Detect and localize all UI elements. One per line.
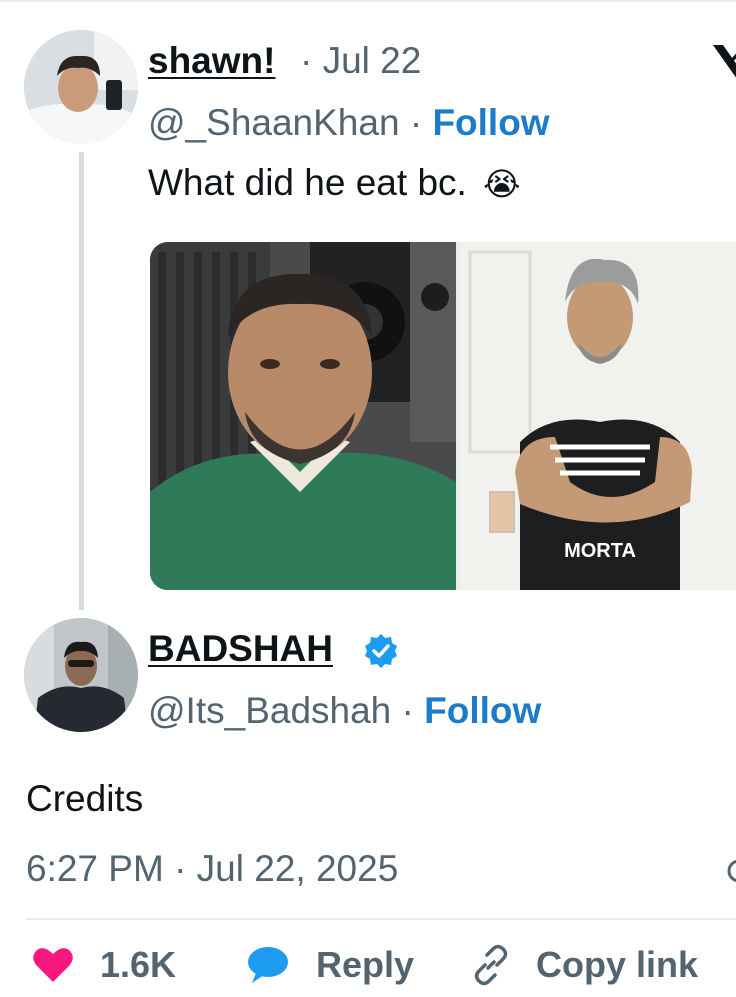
copy-link-label: Copy link: [536, 944, 699, 985]
follow-button-badshah[interactable]: Follow: [424, 690, 541, 731]
reply-text: Credits: [26, 778, 144, 819]
reply-bubble-icon: [246, 945, 290, 985]
link-icon: [470, 944, 512, 986]
handle-its-badshah[interactable]: @Its_Badshah: [148, 690, 391, 731]
avatar-badshah[interactable]: [24, 618, 138, 732]
handle-separator: ·: [409, 102, 423, 143]
action-bar-divider: [26, 918, 736, 920]
tweet-body-text: What did he eat bc.: [148, 162, 467, 203]
heart-icon: [32, 946, 74, 984]
tweet-date-text: Jul 22: [322, 40, 422, 81]
display-name-badshah-text: BADSHAH: [148, 628, 333, 669]
handle-shaankhan[interactable]: @_ShaanKhan: [148, 102, 400, 143]
top-border: [0, 0, 736, 2]
tweet-text: What did he eat bc. 😭: [148, 162, 520, 204]
reply-timestamp[interactable]: 6:27 PM · Jul 22, 2025: [26, 848, 398, 890]
display-name-shawn[interactable]: shawn!: [148, 40, 275, 82]
reply-handle-row: @Its_Badshah · Follow: [148, 690, 541, 732]
reply-label: Reply: [316, 944, 415, 985]
copy-link-button[interactable]: Copy link: [470, 940, 698, 990]
tweet-media-grid[interactable]: MORTA: [150, 242, 736, 590]
follow-button[interactable]: Follow: [432, 102, 549, 143]
display-name-badshah[interactable]: BADSHAH: [148, 628, 333, 670]
date-separator: ·: [300, 40, 313, 81]
shirt-print-text: MORTA: [564, 540, 636, 562]
media-image-left[interactable]: [150, 242, 456, 590]
like-button[interactable]: 1.6K: [32, 940, 176, 990]
verified-badge-icon[interactable]: [362, 632, 400, 670]
media-image-right[interactable]: MORTA: [460, 242, 736, 590]
avatar-shawn[interactable]: [24, 30, 138, 144]
x-logo-icon[interactable]: [710, 42, 736, 82]
reply-button[interactable]: Reply: [246, 940, 414, 990]
tweet-date[interactable]: · Jul 22: [300, 40, 421, 82]
thread-connector-line: [79, 152, 84, 610]
crying-emoji-icon: 😭: [483, 166, 521, 202]
partial-icon-right-edge: [724, 856, 736, 886]
handle-row: @_ShaanKhan · Follow: [148, 102, 550, 144]
reply-handle-separator: ·: [401, 690, 414, 731]
like-count: 1.6K: [100, 944, 177, 985]
